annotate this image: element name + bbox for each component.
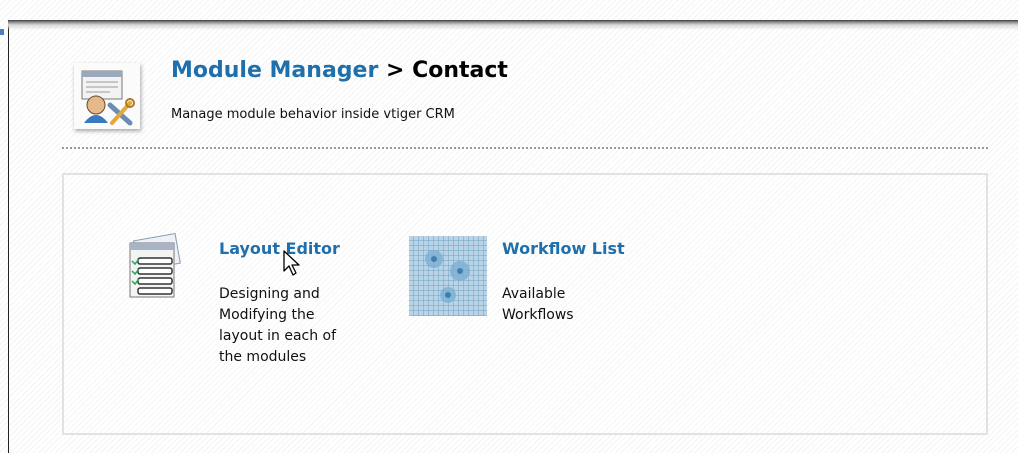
description-line: the modules: [219, 349, 307, 365]
workflow-list-description: Available Workflows: [502, 284, 652, 326]
layout-editor-link[interactable]: Layout Editor: [219, 239, 340, 258]
page-title: Module Manager > Contact: [171, 58, 508, 83]
workflow-list-icon[interactable]: [408, 235, 488, 317]
mouse-pointer-icon: [282, 250, 304, 278]
description-line: Designing and: [219, 286, 320, 302]
module-manager-link[interactable]: Module Manager: [171, 58, 378, 83]
breadcrumb-separator: >: [378, 58, 413, 83]
layout-editor-description: Designing and Modifying the layout in ea…: [219, 284, 369, 368]
description-line: layout in each of: [219, 328, 337, 344]
description-line: Available: [502, 286, 566, 302]
layout-editor-icon[interactable]: [124, 231, 194, 307]
left-border: [8, 20, 9, 453]
dotted-divider: [62, 147, 988, 149]
description-line: Workflows: [502, 307, 574, 323]
module-name: Contact: [412, 58, 508, 83]
tools-panel: Layout Editor Designing and Modifying th…: [62, 173, 988, 435]
module-manager-icon: [74, 63, 140, 129]
workflow-list-link[interactable]: Workflow List: [502, 239, 625, 258]
module-manager-page: Module Manager > Contact Manage module b…: [0, 0, 1018, 453]
page-subtitle: Manage module behavior inside vtiger CRM: [171, 107, 455, 122]
top-divider: [8, 20, 1018, 30]
left-marker: [0, 29, 4, 35]
description-line: Modifying the: [219, 307, 315, 323]
